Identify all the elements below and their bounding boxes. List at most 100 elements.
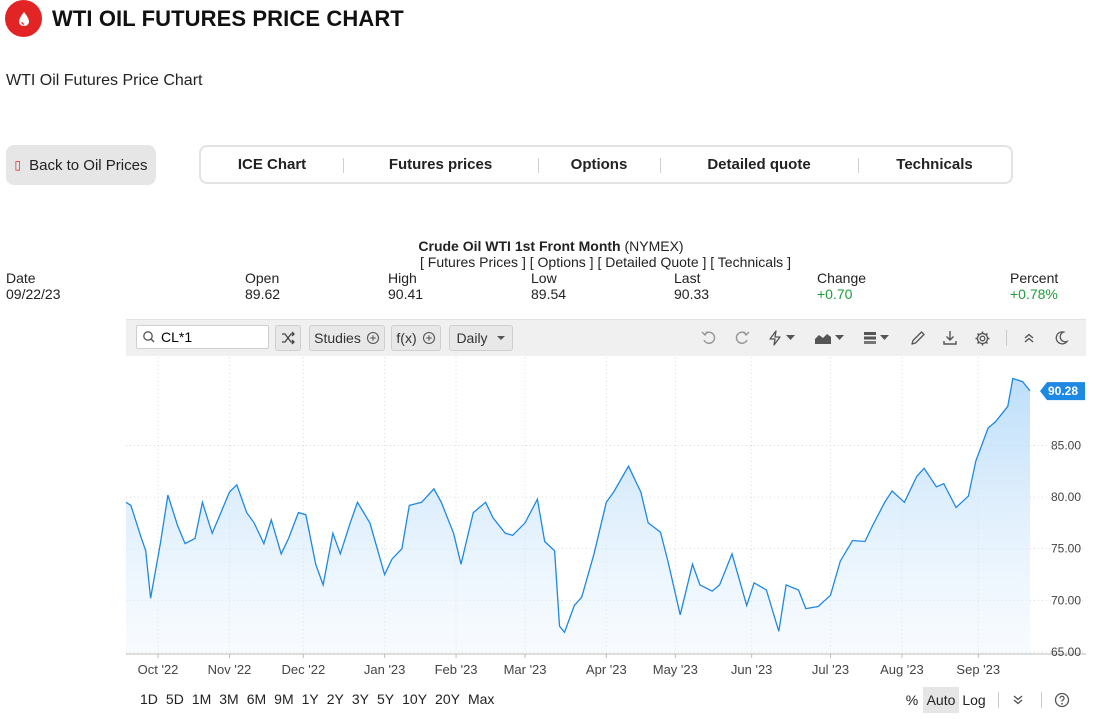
range-1y[interactable]: 1Y	[302, 691, 319, 707]
x-axis-ticks: Oct '22 Nov '22 Dec '22 Jan '23 Feb '23 Mar '…	[138, 654, 1000, 677]
download-button[interactable]	[938, 326, 962, 350]
plus-circle-icon	[422, 331, 435, 345]
quote-value: 89.54	[531, 286, 567, 302]
site-logo[interactable]	[5, 0, 42, 37]
download-icon	[943, 331, 957, 345]
range-5d[interactable]: 5D	[166, 691, 184, 707]
range-selector: 1D 5D 1M 3M 6M 9M 1Y 2Y 3Y 5Y 10Y 20Y Ma…	[140, 691, 502, 707]
symbol-search[interactable]	[136, 325, 269, 349]
range-3y[interactable]: 3Y	[352, 691, 369, 707]
tab-ice-chart[interactable]: ICE Chart	[201, 147, 343, 182]
interval-select[interactable]: Daily	[449, 325, 513, 351]
search-icon	[143, 331, 155, 343]
quote-value: 89.62	[245, 286, 281, 302]
undo-button[interactable]	[697, 326, 721, 350]
dark-mode-toggle[interactable]	[1049, 326, 1073, 350]
percent-scale-button[interactable]: %	[902, 687, 922, 713]
help-button[interactable]	[1052, 687, 1072, 713]
tab-detailed-quote[interactable]: Detailed quote	[660, 147, 858, 182]
collapse-up-icon	[1024, 333, 1034, 343]
quote-value: 09/22/23	[6, 286, 61, 302]
y-axis-ticks: 65.00 70.00 75.00 80.00 85.00	[1051, 439, 1081, 659]
chart-type-icon	[815, 334, 831, 344]
range-1d[interactable]: 1D	[140, 691, 158, 707]
quote-col-last: Last 90.33	[674, 270, 709, 302]
layout-menu-button[interactable]	[859, 326, 893, 350]
plus-circle-icon	[366, 331, 379, 345]
symbol-input[interactable]	[159, 329, 259, 345]
x-tick-label: Jul '23	[812, 662, 849, 677]
x-tick-label: Dec '22	[282, 662, 326, 677]
fx-label: f(x)	[396, 330, 417, 346]
link-detailed-quote[interactable]: [ Detailed Quote ]	[597, 254, 706, 270]
last-price-label: 90.28	[1048, 384, 1078, 398]
quote-label: Low	[531, 270, 557, 286]
range-20y[interactable]: 20Y	[435, 691, 460, 707]
redo-icon	[735, 331, 750, 344]
quote-change-value: +0.70	[817, 286, 853, 302]
help-icon	[1054, 692, 1070, 708]
draw-button[interactable]	[906, 326, 930, 350]
tab-technicals[interactable]: Technicals	[858, 147, 1011, 182]
quote-label: Last	[674, 270, 701, 286]
collapse-toolbar-button[interactable]	[1017, 326, 1041, 350]
log-scale-button[interactable]: Log	[961, 687, 987, 713]
range-10y[interactable]: 10Y	[402, 691, 427, 707]
quote-label: High	[388, 270, 417, 286]
auto-scale-button[interactable]: Auto	[923, 687, 959, 713]
tab-options[interactable]: Options	[538, 147, 660, 182]
shuffle-icon	[282, 331, 295, 345]
x-tick-label: Mar '23	[504, 662, 547, 677]
y-tick-label: 65.00	[1051, 645, 1081, 659]
page-subtitle: WTI Oil Futures Price Chart	[6, 72, 203, 89]
y-tick-label: 75.00	[1051, 542, 1081, 556]
expand-down-button[interactable]	[1008, 687, 1028, 713]
quote-col-date: Date 09/22/23	[6, 270, 61, 302]
price-chart[interactable]: 65.00 70.00 75.00 80.00 85.00 Oct '22 Nov '22…	[0, 355, 1102, 685]
quote-label: Change	[817, 270, 867, 286]
compare-shuffle-button[interactable]	[275, 325, 301, 351]
redo-button[interactable]	[730, 326, 754, 350]
range-6m[interactable]: 6M	[247, 691, 266, 707]
y-tick-label: 85.00	[1051, 439, 1081, 453]
back-button-label: Back to Oil Prices	[29, 156, 148, 174]
quote-col-low: Low 89.54	[531, 270, 566, 302]
tab-futures-prices[interactable]: Futures prices	[343, 147, 538, 182]
layout-icon	[864, 332, 876, 344]
link-options[interactable]: [ Options ]	[530, 254, 594, 270]
link-futures-prices[interactable]: [ Futures Prices ]	[420, 254, 526, 270]
caret-down-icon	[880, 335, 889, 340]
interval-label: Daily	[456, 330, 488, 346]
scale-divider	[998, 692, 999, 708]
quote-label: Open	[245, 270, 280, 286]
events-menu-button[interactable]	[764, 326, 798, 350]
x-tick-label: Feb '23	[435, 662, 478, 677]
lightning-icon	[769, 330, 781, 346]
range-1m[interactable]: 1M	[192, 691, 211, 707]
y-tick-label: 70.00	[1051, 593, 1081, 607]
chart-type-menu-button[interactable]	[812, 326, 846, 350]
quote-value: 90.41	[388, 286, 424, 302]
fx-button[interactable]: f(x)	[391, 325, 441, 351]
range-5y[interactable]: 5Y	[377, 691, 394, 707]
range-2y[interactable]: 2Y	[327, 691, 344, 707]
range-max[interactable]: Max	[468, 691, 494, 707]
price-area-fill	[126, 378, 1030, 654]
oil-drop-icon	[18, 11, 29, 26]
x-tick-label: Jun '23	[731, 662, 773, 677]
toolbar-divider	[1006, 330, 1007, 346]
settings-button[interactable]	[970, 326, 994, 350]
last-price-marker: 90.28	[1040, 382, 1085, 401]
quote-label: Percent	[1010, 270, 1059, 286]
expand-down-icon	[1013, 695, 1023, 705]
range-3m[interactable]: 3M	[219, 691, 238, 707]
caret-down-icon	[835, 335, 844, 340]
x-tick-label: Oct '22	[138, 662, 179, 677]
quote-title: Crude Oil WTI 1st Front Month (NYMEX)	[0, 238, 1102, 254]
link-technicals[interactable]: [ Technicals ]	[710, 254, 791, 270]
studies-button[interactable]: Studies	[309, 325, 385, 351]
back-to-oil-prices-button[interactable]: ▯ Back to Oil Prices	[6, 145, 156, 185]
range-9m[interactable]: 9M	[274, 691, 293, 707]
x-tick-label: Nov '22	[208, 662, 252, 677]
quote-col-percent: Percent +0.78%	[1010, 270, 1058, 302]
